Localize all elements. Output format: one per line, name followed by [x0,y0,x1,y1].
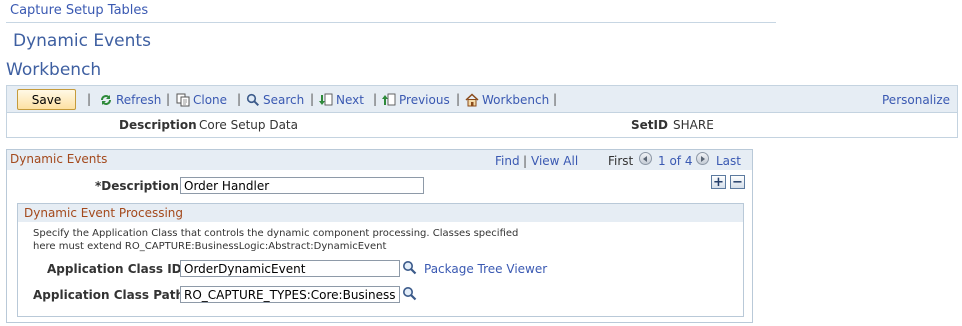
arrow-right-icon [696,152,709,165]
page-subtitle: Workbench [6,60,102,80]
info-row: Description Core Setup Data SetID SHARE [6,113,958,138]
toolbar-separator: | [87,92,92,106]
view-all-link[interactable]: View All [531,154,578,168]
processing-description: Specify the Application Class that contr… [33,228,553,253]
dynamic-event-processing-section: Dynamic Event Processing Specify the App… [17,203,744,317]
row-count: 1 of 4 [658,154,693,168]
processing-description-line: here must extend RO_CAPTURE:BusinessLogi… [33,240,387,252]
page-title: Dynamic Events [13,31,151,51]
toolbar: Save | Refresh | Clone | Search | Next |… [6,85,958,113]
search-button[interactable]: Search [246,93,304,107]
delete-row-button[interactable]: − [730,175,745,189]
search-icon [246,93,260,107]
toolbar-separator: | [237,92,242,106]
save-button[interactable]: Save [17,89,76,110]
processing-title: Dynamic Event Processing [24,206,184,220]
refresh-button[interactable]: Refresh [99,93,161,107]
toolbar-separator: | [456,92,461,106]
personalize-link[interactable]: Personalize [882,93,950,107]
header-separator: | [523,154,528,168]
clone-icon [176,93,190,107]
package-tree-viewer-link[interactable]: Package Tree Viewer [424,262,547,276]
toolbar-separator: | [553,92,558,106]
breadcrumb[interactable]: Capture Setup Tables [10,3,148,18]
next-icon [319,93,333,106]
toolbar-separator: | [166,92,171,106]
dynamic-events-title: Dynamic Events [10,152,108,166]
setid-label: SetID [631,118,668,132]
clone-button[interactable]: Clone [176,93,227,107]
application-class-path-label: Application Class Path [33,288,185,302]
add-row-button[interactable]: + [711,175,726,189]
event-description-label: *Description [95,179,179,193]
description-label: Description [119,118,197,132]
description-value: Core Setup Data [199,118,298,132]
toolbar-separator: | [310,92,315,106]
first-label: First [608,154,634,168]
lookup-icon[interactable] [402,260,417,275]
application-class-id-input[interactable] [180,260,400,277]
previous-row-button[interactable] [639,151,652,165]
processing-header: Dynamic Event Processing [18,204,743,222]
setid-value: SHARE [673,118,714,132]
previous-button[interactable]: Previous [382,93,450,107]
application-class-path-input[interactable] [180,286,400,303]
refresh-label: Refresh [116,93,162,107]
find-link[interactable]: Find [495,154,520,168]
processing-description-line: Specify the Application Class that contr… [33,228,519,239]
search-label: Search [263,93,305,107]
dynamic-events-header: Dynamic Events Find | View All First 1 o… [7,150,752,170]
last-link[interactable]: Last [716,154,741,168]
workbench-button[interactable]: Workbench [465,93,549,107]
dynamic-events-section: Dynamic Events Find | View All First 1 o… [6,149,753,323]
clone-label: Clone [193,93,228,107]
next-label: Next [336,93,364,107]
refresh-icon [101,95,111,105]
next-row-button[interactable] [696,151,709,165]
application-class-id-label: Application Class ID [47,262,182,276]
breadcrumb-divider [6,22,776,23]
home-icon [465,93,479,107]
event-description-input[interactable] [180,177,424,194]
toolbar-separator: | [373,92,378,106]
workbench-label: Workbench [482,93,550,107]
next-button[interactable]: Next [319,93,364,107]
lookup-icon[interactable] [402,286,417,301]
previous-label: Previous [399,93,450,107]
arrow-left-icon [639,152,652,165]
previous-icon [382,93,396,106]
